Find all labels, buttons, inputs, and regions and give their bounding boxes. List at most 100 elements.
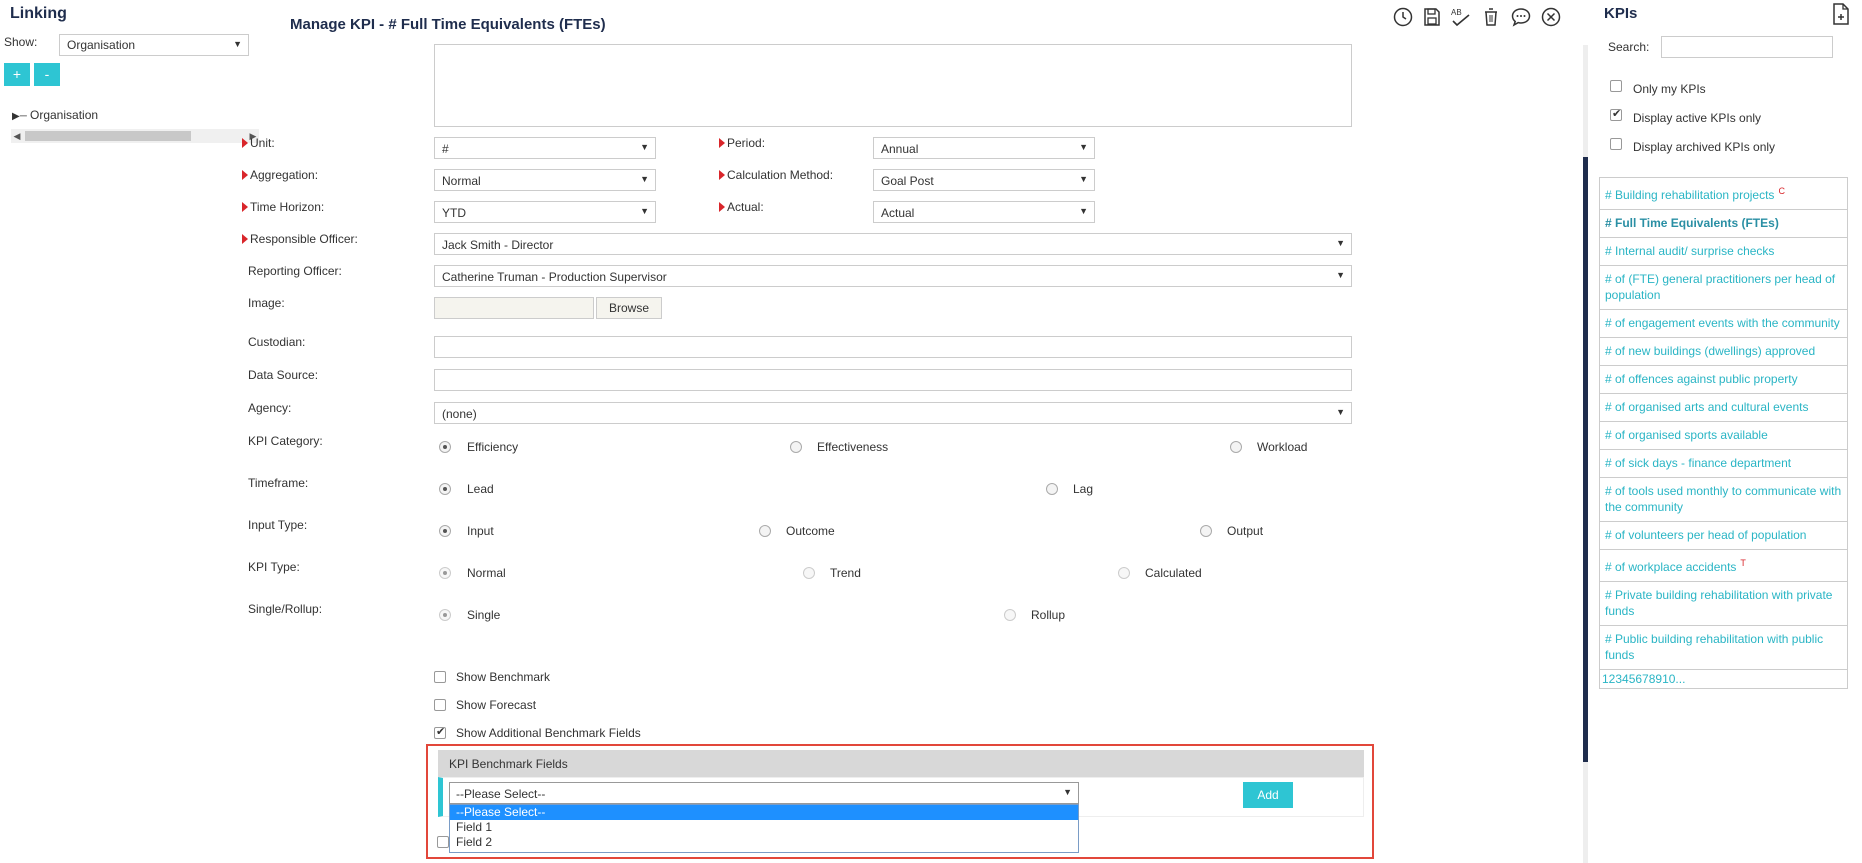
history-icon[interactable] <box>1391 5 1415 29</box>
kpi-list-item[interactable]: # of volunteers per head of population <box>1599 522 1848 550</box>
spellcheck-icon[interactable]: AB <box>1449 5 1473 29</box>
agency-select[interactable]: (none) ▼ <box>434 402 1352 424</box>
kpi-list-item[interactable]: # Public building rehabilitation with pu… <box>1599 626 1848 670</box>
kpi-item-label: # of sick days - finance department <box>1605 456 1792 470</box>
kpis-panel: KPIs Search: Only my KPIs Display active… <box>1588 0 1862 863</box>
category-effectiveness-radio[interactable] <box>790 441 802 453</box>
actual-select[interactable]: Actual ▼ <box>873 201 1095 223</box>
scroll-thumb[interactable] <box>25 131 191 141</box>
kpi-item-label: # Private building rehabilitation with p… <box>1605 588 1833 618</box>
unit-select[interactable]: # ▼ <box>434 137 656 159</box>
single-rollup-label: Single/Rollup: <box>248 602 323 616</box>
close-icon[interactable] <box>1539 5 1563 29</box>
kpitype-normal-radio[interactable] <box>439 567 451 579</box>
calculation-method-select[interactable]: Goal Post ▼ <box>873 169 1095 191</box>
kpi-list-item[interactable]: # of engagement events with the communit… <box>1599 310 1848 338</box>
kpi-list-item[interactable]: # of new buildings (dwellings) approved <box>1599 338 1848 366</box>
category-workload-label: Workload <box>1257 440 1308 454</box>
kpi-list-item[interactable]: # Internal audit/ surprise checks <box>1599 238 1848 266</box>
data-source-label: Data Source: <box>248 368 319 382</box>
data-source-input[interactable] <box>434 369 1352 391</box>
kpi-list-item[interactable]: # of offences against public property <box>1599 366 1848 394</box>
delete-icon[interactable] <box>1479 5 1503 29</box>
reporting-officer-label: Reporting Officer: <box>248 264 342 278</box>
kpitype-calculated-label: Calculated <box>1145 566 1202 580</box>
kpi-list-item[interactable]: # Building rehabilitation projects C <box>1599 177 1848 210</box>
show-select[interactable]: Organisation ▼ <box>59 34 249 56</box>
show-forecast-checkbox[interactable] <box>434 699 446 711</box>
kpi-pager[interactable]: 12345678910... <box>1599 670 1848 689</box>
kpi-list-item[interactable]: # of organised arts and cultural events <box>1599 394 1848 422</box>
kpitype-calculated-radio[interactable] <box>1118 567 1130 579</box>
kpi-list-item[interactable]: # Private building rehabilitation with p… <box>1599 582 1848 626</box>
image-file-input[interactable] <box>434 297 594 319</box>
kpi-list-item[interactable]: # of organised sports available <box>1599 422 1848 450</box>
timeframe-lead-radio[interactable] <box>439 483 451 495</box>
comment-icon[interactable] <box>1509 5 1533 29</box>
search-input[interactable] <box>1661 36 1833 58</box>
kpi-list-item[interactable]: # of sick days - finance department <box>1599 450 1848 478</box>
period-select[interactable]: Annual ▼ <box>873 137 1095 159</box>
category-efficiency-label: Efficiency <box>467 440 519 454</box>
required-marker-icon <box>242 170 248 180</box>
inputtype-output-radio[interactable] <box>1200 525 1212 537</box>
only-my-kpis-checkbox[interactable] <box>1610 80 1622 92</box>
tree-item-label: Organisation <box>30 108 99 122</box>
show-benchmark-checkbox[interactable] <box>434 671 446 683</box>
search-label: Search: <box>1608 40 1650 54</box>
description-textarea[interactable] <box>434 44 1352 127</box>
linking-panel: Linking Show: Organisation ▼ + - ▶─ Organ… <box>0 0 262 863</box>
kpi-item-label: # of organised arts and cultural events <box>1605 400 1809 414</box>
category-efficiency-radio[interactable] <box>439 441 451 453</box>
kpi-list-item[interactable]: # of (FTE) general practitioners per hea… <box>1599 266 1848 310</box>
kpi-item-label: # Public building rehabilitation with pu… <box>1605 632 1824 662</box>
show-benchmark-label: Show Benchmark <box>456 670 551 684</box>
kpi-list-item[interactable]: # Full Time Equivalents (FTEs) <box>1599 210 1848 238</box>
page-title: Manage KPI - # Full Time Equivalents (FT… <box>290 16 606 33</box>
kpi-list-item[interactable]: # of workplace accidents T <box>1599 550 1848 582</box>
reporting-officer-select[interactable]: Catherine Truman - Production Supervisor… <box>434 265 1352 287</box>
required-marker-icon <box>719 138 725 148</box>
collapse-button[interactable]: - <box>34 63 60 86</box>
kpi-category-label: KPI Category: <box>248 434 323 448</box>
show-additional-benchmark-checkbox[interactable] <box>434 725 446 739</box>
actual-label: Actual: <box>719 200 764 214</box>
timeframe-label: Timeframe: <box>248 476 309 490</box>
chevron-down-icon: ▼ <box>1079 174 1088 184</box>
kpi-item-label: # Building rehabilitation projects <box>1605 188 1775 202</box>
active-kpis-only-checkbox[interactable] <box>1610 107 1622 121</box>
responsible-officer-select[interactable]: Jack Smith - Director ▼ <box>434 233 1352 255</box>
archived-kpis-only-label: Display archived KPIs only <box>1633 140 1776 154</box>
timeframe-lag-radio[interactable] <box>1046 483 1058 495</box>
custodian-input[interactable] <box>434 336 1352 358</box>
chevron-down-icon: ▼ <box>1336 407 1345 417</box>
highlight-box <box>426 744 1374 859</box>
archived-kpis-only-checkbox[interactable] <box>1610 138 1622 150</box>
time-horizon-select[interactable]: YTD ▼ <box>434 201 656 223</box>
kpi-list-item[interactable]: # of tools used monthly to communicate w… <box>1599 478 1848 522</box>
inputtype-input-radio[interactable] <box>439 525 451 537</box>
horizontal-scrollbar[interactable]: ◀ ▶ <box>11 129 259 143</box>
new-document-icon[interactable] <box>1830 2 1852 26</box>
custodian-label: Custodian: <box>248 335 306 349</box>
category-workload-radio[interactable] <box>1230 441 1242 453</box>
required-marker-icon <box>719 170 725 180</box>
rollup-rollup-radio[interactable] <box>1004 609 1016 621</box>
chevron-down-icon: ▼ <box>640 206 649 216</box>
rollup-single-radio[interactable] <box>439 609 451 621</box>
scroll-left-icon[interactable]: ◀ <box>11 129 23 143</box>
period-label: Period: <box>719 136 765 150</box>
required-marker-icon <box>242 234 248 244</box>
inputtype-outcome-radio[interactable] <box>759 525 771 537</box>
timeframe-lead-label: Lead <box>467 482 494 496</box>
aggregation-select[interactable]: Normal ▼ <box>434 169 656 191</box>
browse-button[interactable]: Browse <box>596 297 663 319</box>
inputtype-input-label: Input <box>467 524 494 538</box>
tree-item-organisation[interactable]: ▶─ Organisation <box>12 108 98 122</box>
chevron-down-icon: ▼ <box>233 39 242 49</box>
save-icon[interactable] <box>1420 5 1444 29</box>
chevron-down-icon: ▼ <box>1336 238 1345 248</box>
image-label: Image: <box>248 296 285 310</box>
expand-button[interactable]: + <box>4 63 30 86</box>
kpitype-trend-radio[interactable] <box>803 567 815 579</box>
